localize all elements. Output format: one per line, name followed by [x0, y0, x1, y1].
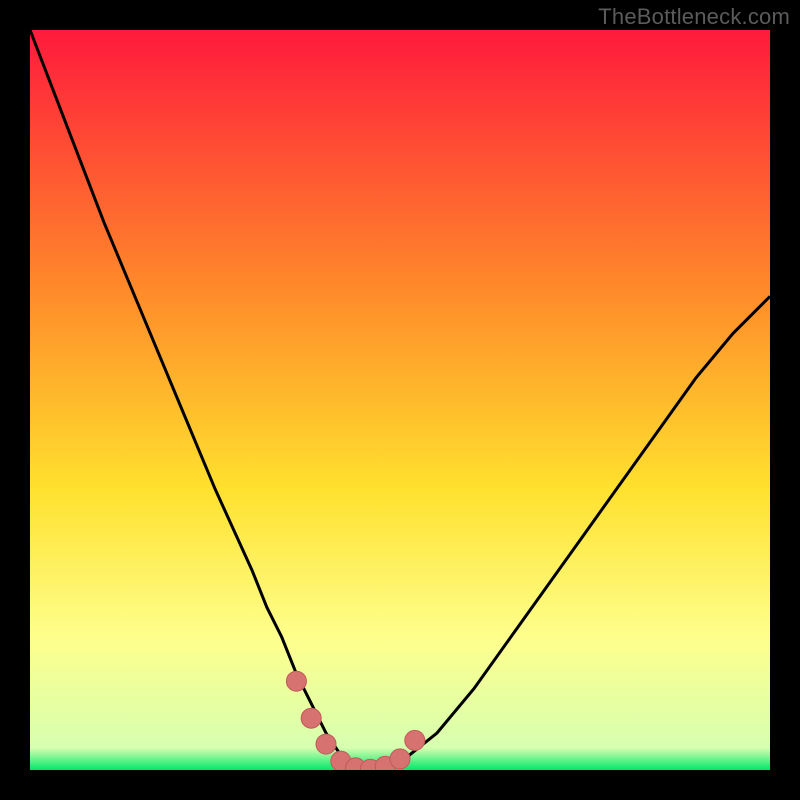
chart-svg [30, 30, 770, 770]
marker-point [301, 708, 321, 728]
gradient-background [30, 30, 770, 770]
plot-area [30, 30, 770, 770]
marker-point [316, 734, 336, 754]
chart-container: TheBottleneck.com [0, 0, 800, 800]
marker-point [405, 730, 425, 750]
watermark-text: TheBottleneck.com [598, 4, 790, 30]
marker-point [286, 671, 306, 691]
marker-point [390, 749, 410, 769]
